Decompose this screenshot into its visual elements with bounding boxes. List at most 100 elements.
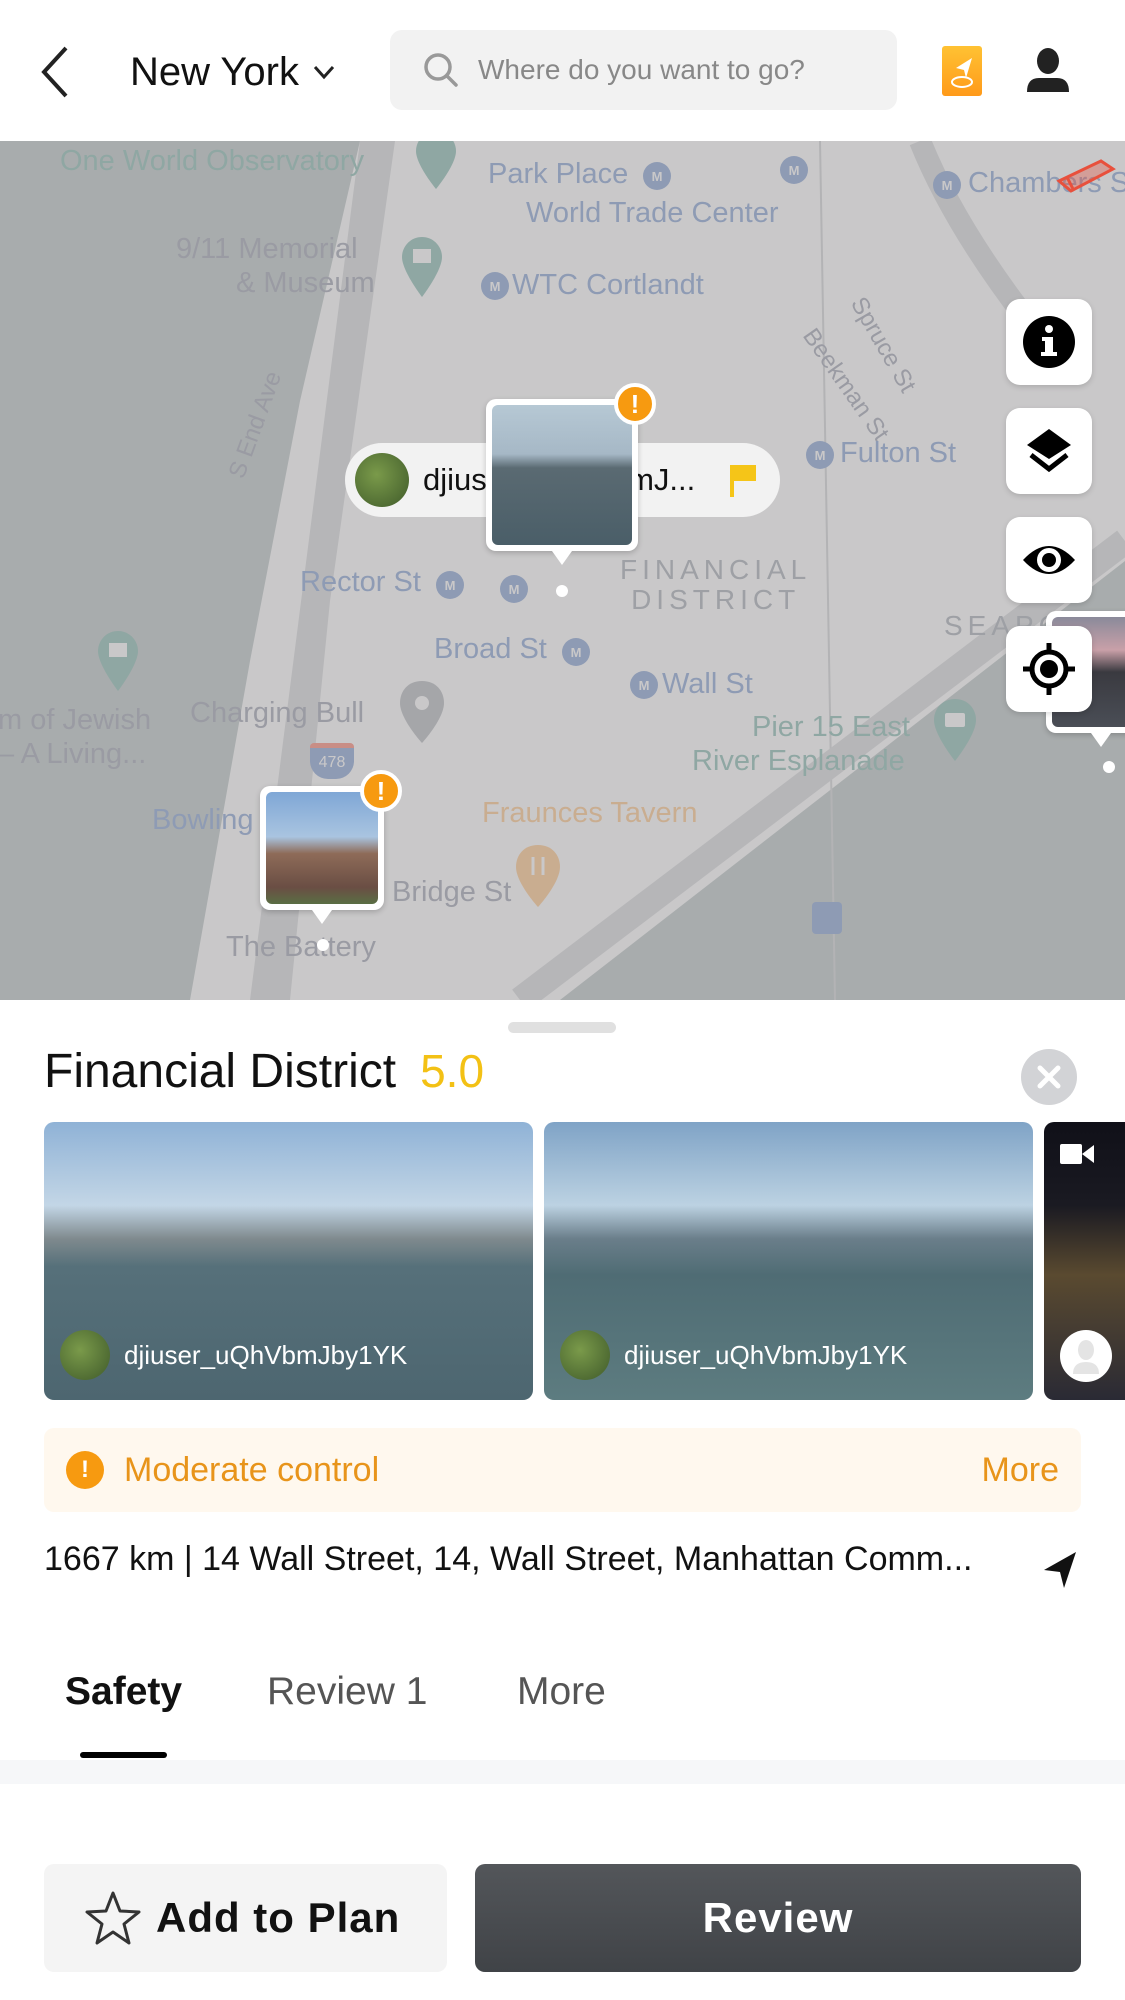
warning-badge-icon: !	[614, 383, 656, 425]
map-photo-pin[interactable]: !	[486, 383, 656, 565]
camera-poi-icon	[416, 141, 456, 189]
place-address: 1667 km | 14 Wall Street, 14, Wall Stree…	[44, 1540, 973, 1578]
metro-icon: M	[806, 441, 834, 469]
map-label: Wall St	[662, 668, 753, 700]
pin-tail	[552, 551, 572, 565]
map-location-dot	[556, 585, 568, 597]
layers-icon	[1027, 429, 1071, 473]
map-label: m of Jewish	[0, 704, 152, 736]
user-avatar	[560, 1330, 610, 1380]
pin-tail	[1091, 733, 1111, 747]
user-avatar	[60, 1330, 110, 1380]
photo-username: djiuser_uQhVbmJby1YK	[624, 1339, 908, 1370]
metro-icon: M	[630, 671, 658, 699]
alert-label: Moderate control	[124, 1450, 380, 1489]
search-placeholder: Where do you want to go?	[478, 54, 805, 85]
city-name: New York	[130, 49, 299, 94]
pin-thumbnail	[266, 792, 378, 904]
map-label: Bridge St	[392, 876, 512, 908]
pin-tail	[312, 910, 332, 924]
map-label: Broad St	[434, 633, 547, 665]
place-name: Financial District	[44, 1045, 397, 1098]
map-label: 9/11 Memorial	[176, 233, 358, 265]
tab-more[interactable]: More	[517, 1670, 606, 1714]
map-label: WTC Cortlandt	[512, 269, 704, 301]
photo-card[interactable]: djiuser_uQhVbmJby1YK	[544, 1122, 1033, 1400]
metro-icon: M	[500, 575, 528, 603]
map-pin-icon	[400, 681, 444, 743]
restaurant-poi-icon	[516, 845, 560, 907]
photo-username: djiuser_uQhVbmJby1YK	[124, 1339, 408, 1370]
review-button[interactable]: Review	[475, 1864, 1081, 1972]
navigate-arrow-icon[interactable]	[1042, 1550, 1078, 1590]
district-line: DISTRICT	[631, 584, 801, 615]
map-label: Charging Bull	[190, 697, 365, 729]
map-label-district: FINANCIAL DISTRICT	[620, 555, 811, 615]
add-to-plan-button[interactable]: Add to Plan	[44, 1864, 447, 1972]
map-label: Bowling	[152, 804, 254, 836]
app-screen: New York Where do you want to go? One Wo…	[0, 0, 1125, 2000]
close-button[interactable]	[1021, 1049, 1077, 1105]
section-divider	[0, 1760, 1125, 1784]
city-selector[interactable]: New York	[130, 44, 337, 100]
search-icon	[424, 53, 458, 87]
sheet-drag-handle[interactable]	[508, 1022, 616, 1033]
metro-icon: M	[780, 156, 808, 184]
metro-icon: M	[933, 171, 961, 199]
flag-icon	[730, 465, 756, 497]
anonymous-avatar	[1060, 1330, 1112, 1382]
map-label: Park Place	[488, 158, 629, 190]
warning-badge-icon: !	[360, 770, 402, 812]
metro-icon: M	[643, 162, 671, 190]
place-rating: 5.0	[420, 1045, 485, 1097]
info-button[interactable]	[1006, 299, 1092, 385]
layers-button[interactable]	[1006, 408, 1092, 494]
pin-thumbnail	[492, 405, 632, 545]
tab-safety[interactable]: Safety	[65, 1670, 182, 1714]
info-icon	[1023, 316, 1075, 368]
photo-credit: djiuser_uQhVbmJby1YK	[60, 1330, 407, 1380]
map-label: Pier 15 East	[752, 711, 910, 743]
locate-button[interactable]	[1006, 626, 1092, 712]
top-bar: New York Where do you want to go?	[0, 0, 1125, 141]
place-title: Financial District 5.0	[44, 1044, 484, 1099]
video-card[interactable]	[1044, 1122, 1125, 1400]
camera-poi-icon	[934, 699, 976, 761]
user-silhouette-icon	[1073, 1340, 1099, 1374]
photo-carousel[interactable]: djiuser_uQhVbmJby1YK djiuser_uQhVbmJby1Y…	[44, 1122, 1125, 1400]
photo-card[interactable]: djiuser_uQhVbmJby1YK	[44, 1122, 533, 1400]
map-label: Fraunces Tavern	[482, 797, 698, 829]
chevron-down-icon	[313, 65, 335, 80]
metro-icon: M	[562, 638, 590, 666]
tab-review[interactable]: Review 1	[267, 1670, 427, 1714]
map-view[interactable]: One World Observatory Park Place M M Wor…	[0, 141, 1125, 1000]
flight-guide-icon[interactable]	[942, 46, 982, 96]
interstate-shield: 478	[310, 743, 354, 779]
map-label: & Museum	[236, 267, 375, 299]
close-icon	[1037, 1065, 1061, 1089]
airspace-alert[interactable]: ! Moderate control More	[44, 1428, 1081, 1512]
detail-tabs: Safety Review 1 More	[0, 1640, 1125, 1760]
eye-icon	[1023, 546, 1075, 574]
user-profile-icon[interactable]	[1025, 48, 1071, 94]
active-tab-indicator	[80, 1752, 167, 1758]
museum-poi-icon	[98, 631, 138, 691]
map-photo-pin[interactable]: !	[260, 770, 402, 924]
star-icon	[85, 1891, 141, 1945]
map-label: One World Observatory	[60, 145, 365, 177]
crosshair-icon	[1023, 643, 1075, 695]
warning-icon: !	[66, 1451, 104, 1489]
photo-credit: djiuser_uQhVbmJby1YK	[560, 1330, 907, 1380]
visibility-button[interactable]	[1006, 517, 1092, 603]
metro-icon: M	[481, 272, 509, 300]
video-camera-icon	[1060, 1144, 1094, 1164]
museum-poi-icon	[402, 237, 442, 297]
map-label: River Esplanade	[692, 745, 905, 777]
back-button[interactable]	[36, 44, 76, 100]
map-location-dot	[317, 939, 329, 951]
search-input[interactable]: Where do you want to go?	[390, 30, 897, 110]
alert-more-link[interactable]: More	[982, 1451, 1059, 1490]
map-location-dot	[1103, 761, 1115, 773]
add-to-plan-label: Add to Plan	[156, 1894, 401, 1941]
map-label: Rector St	[300, 566, 421, 598]
